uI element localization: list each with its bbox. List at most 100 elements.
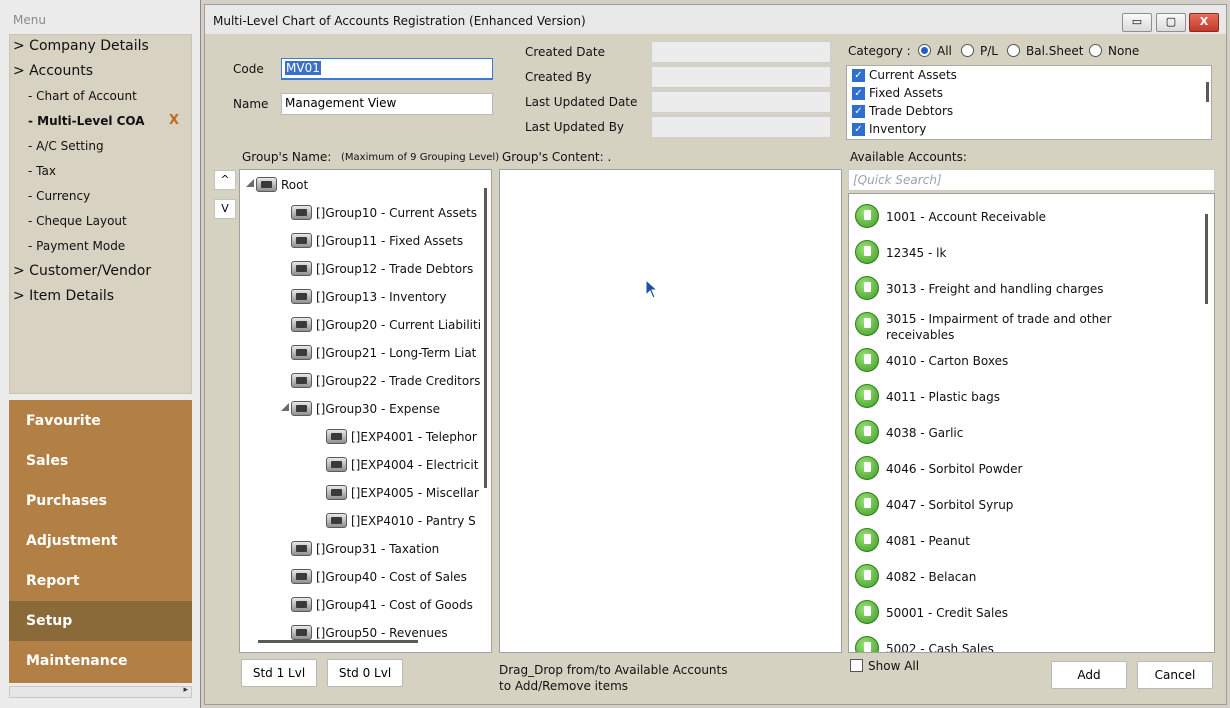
tree-node[interactable]: []Group12 - Trade Debtors <box>316 262 473 276</box>
group-node-icon <box>326 513 347 528</box>
tree-node[interactable]: []EXP4010 - Pantry S <box>351 514 476 528</box>
collapse-arrow-icon[interactable] <box>281 403 289 411</box>
category-label: Category : <box>848 44 911 58</box>
code-label: Code <box>233 62 264 76</box>
tree-node[interactable]: []Group31 - Taxation <box>316 542 439 556</box>
category-radio-pl[interactable] <box>961 44 974 57</box>
section-favourite[interactable]: Favourite <box>9 401 192 441</box>
tree-node[interactable]: []Group22 - Trade Creditors <box>316 374 480 388</box>
tree-horizontal-scrollbar[interactable] <box>258 640 418 643</box>
group-node-icon <box>291 541 312 556</box>
category-option-all: All <box>937 44 952 58</box>
menu-sections: Favourite Sales Purchases Adjustment Rep… <box>9 400 192 683</box>
account-icon <box>855 276 879 300</box>
category-radio-balsheet[interactable] <box>1007 44 1020 57</box>
tree-node-root[interactable]: Root <box>281 178 308 192</box>
category-option-balsheet: Bal.Sheet <box>1026 44 1084 58</box>
menu-item-multi-level-coa[interactable]: - Multi-Level COA <box>28 114 145 128</box>
menu-scrollbar[interactable]: ▸ <box>9 685 192 698</box>
group-node-icon <box>326 485 347 500</box>
category-item-label: Current Assets <box>869 68 957 82</box>
section-report[interactable]: Report <box>9 561 192 601</box>
account-label: 4038 - Garlic <box>886 426 964 440</box>
cancel-button[interactable]: Cancel <box>1137 661 1213 689</box>
menu-item-ac-setting[interactable]: - A/C Setting <box>28 139 104 153</box>
tree-vertical-scrollbar[interactable] <box>484 188 487 488</box>
account-icon <box>855 456 879 480</box>
menu-item-accounts[interactable]: > Accounts <box>13 63 93 79</box>
section-adjustment[interactable]: Adjustment <box>9 521 192 561</box>
group-node-icon <box>291 289 312 304</box>
show-all-checkbox[interactable] <box>850 659 863 672</box>
std-1-lvl-button[interactable]: Std 1 Lvl <box>241 659 317 687</box>
tree-node[interactable]: []EXP4004 - Electricit <box>351 458 478 472</box>
last-updated-date-field <box>651 91 831 113</box>
tree-node[interactable]: []Group30 - Expense <box>316 402 440 416</box>
account-label: 4046 - Sorbitol Powder <box>886 462 1023 476</box>
collapse-arrow-icon[interactable] <box>246 179 254 187</box>
category-radio-none[interactable] <box>1089 44 1102 57</box>
tree-node[interactable]: []Group20 - Current Liabiliti <box>316 318 481 332</box>
tree-node[interactable]: []Group11 - Fixed Assets <box>316 234 463 248</box>
menu-title: Menu <box>13 13 46 27</box>
menu-item-company-details[interactable]: > Company Details <box>13 38 149 54</box>
menu-item-item-details[interactable]: > Item Details <box>13 288 114 304</box>
code-input[interactable]: MV01 <box>281 58 493 80</box>
show-all-label: Show All <box>868 659 920 673</box>
section-maintenance[interactable]: Maintenance <box>9 641 192 681</box>
menu-item-chart-of-account[interactable]: - Chart of Account <box>28 89 137 103</box>
category-item-label: Fixed Assets <box>869 86 943 100</box>
category-checkbox[interactable]: ✓ <box>852 123 865 136</box>
tree-node[interactable]: []Group10 - Current Assets <box>316 206 477 220</box>
created-by-field <box>651 66 831 88</box>
section-sales[interactable]: Sales <box>9 441 192 481</box>
account-icon <box>855 636 879 652</box>
account-icon <box>855 384 879 408</box>
category-checkbox[interactable]: ✓ <box>852 105 865 118</box>
scroll-right-icon[interactable]: ▸ <box>183 685 188 695</box>
add-button[interactable]: Add <box>1051 661 1127 689</box>
close-tab-icon[interactable]: X <box>169 113 179 128</box>
account-label: receivables <box>886 328 955 342</box>
created-by-label: Created By <box>525 70 592 84</box>
menu-item-tax[interactable]: - Tax <box>28 164 56 178</box>
account-label: 3013 - Freight and handling charges <box>886 282 1104 296</box>
tree-node[interactable]: []Group13 - Inventory <box>316 290 446 304</box>
group-content-area[interactable] <box>499 169 842 653</box>
close-button[interactable]: X <box>1189 13 1219 32</box>
maximize-button[interactable]: ▢ <box>1156 13 1186 32</box>
menu-item-currency[interactable]: - Currency <box>28 189 90 203</box>
account-icon <box>855 204 879 228</box>
tree-node[interactable]: []Group41 - Cost of Goods <box>316 598 473 612</box>
move-down-button[interactable]: V <box>214 199 236 219</box>
tree-node[interactable]: []Group21 - Long-Term Liat <box>316 346 476 360</box>
tree-node[interactable]: []Group40 - Cost of Sales <box>316 570 467 584</box>
tree-node[interactable]: []EXP4001 - Telephor <box>351 430 477 444</box>
std-0-lvl-button[interactable]: Std 0 Lvl <box>327 659 403 687</box>
section-purchases[interactable]: Purchases <box>9 481 192 521</box>
minimize-button[interactable]: ▭ <box>1122 13 1152 32</box>
menu-pane: Menu > Company Details > Accounts - Char… <box>0 0 201 708</box>
category-checkbox[interactable]: ✓ <box>852 87 865 100</box>
account-icon <box>855 528 879 552</box>
tree-node[interactable]: []Group50 - Revenues <box>316 626 448 640</box>
category-checkbox[interactable]: ✓ <box>852 69 865 82</box>
quick-search-input[interactable]: [Quick Search] <box>848 169 1215 191</box>
menu-item-cheque-layout[interactable]: - Cheque Layout <box>28 214 127 228</box>
category-radio-all[interactable] <box>918 44 931 57</box>
coa-dialog: Multi-Level Chart of Accounts Registrati… <box>204 4 1227 705</box>
group-node-icon <box>291 569 312 584</box>
last-updated-by-field <box>651 116 831 138</box>
section-setup[interactable]: Setup <box>9 601 192 641</box>
name-input[interactable]: Management View <box>281 93 493 115</box>
tree-node[interactable]: []EXP4005 - Miscellar <box>351 486 479 500</box>
account-label: 4047 - Sorbitol Syrup <box>886 498 1014 512</box>
menu-item-customer-vendor[interactable]: > Customer/Vendor <box>13 263 151 279</box>
move-up-button[interactable]: ^ <box>214 170 236 190</box>
category-scrollbar[interactable] <box>1206 82 1209 102</box>
window-title: Multi-Level Chart of Accounts Registrati… <box>213 14 586 28</box>
account-label: 3015 - Impairment of trade and other <box>886 312 1112 326</box>
menu-item-payment-mode[interactable]: - Payment Mode <box>28 239 125 253</box>
accounts-scrollbar[interactable] <box>1205 214 1208 304</box>
account-icon <box>855 420 879 444</box>
